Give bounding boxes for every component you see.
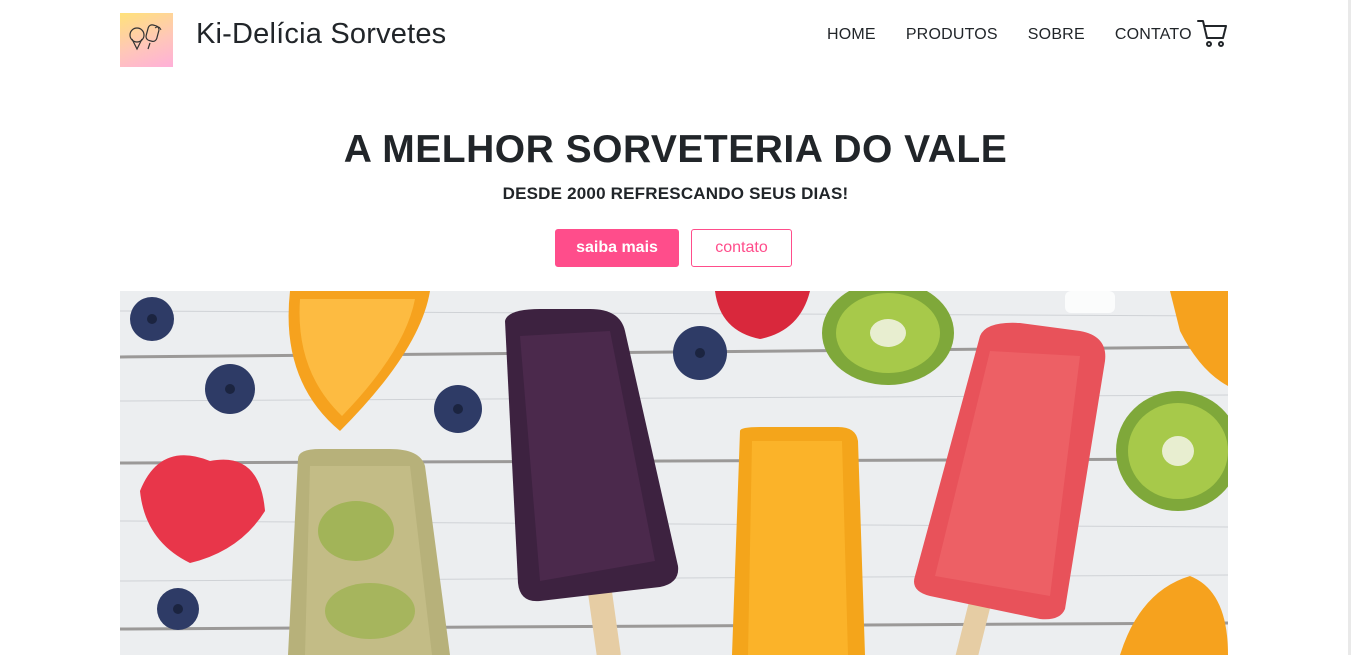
- brand-name[interactable]: Ki-Delícia Sorvetes: [196, 18, 446, 51]
- brand-logo[interactable]: [120, 13, 173, 67]
- nav-item-home[interactable]: HOME: [827, 26, 876, 44]
- hero-popsicles-image: [120, 291, 1228, 655]
- hero-subtitle: DESDE 2000 REFRESCANDO SEUS DIAS!: [502, 184, 849, 203]
- cart-icon[interactable]: [1196, 17, 1228, 49]
- hero-title: A MELHOR SORVETERIA DO VALE: [343, 128, 1008, 171]
- nav-item-sobre[interactable]: SOBRE: [1028, 26, 1085, 44]
- main-nav: HOME PRODUTOS SOBRE CONTATO: [827, 26, 1192, 44]
- saiba-mais-button[interactable]: saiba mais: [555, 229, 679, 267]
- contato-button[interactable]: contato: [691, 229, 792, 267]
- site-header: Ki-Delícia Sorvetes HOME PRODUTOS SOBRE …: [0, 0, 1351, 80]
- ice-cream-logo-icon: [129, 24, 162, 51]
- nav-item-contato[interactable]: CONTATO: [1115, 26, 1192, 44]
- nav-item-produtos[interactable]: PRODUTOS: [906, 26, 998, 44]
